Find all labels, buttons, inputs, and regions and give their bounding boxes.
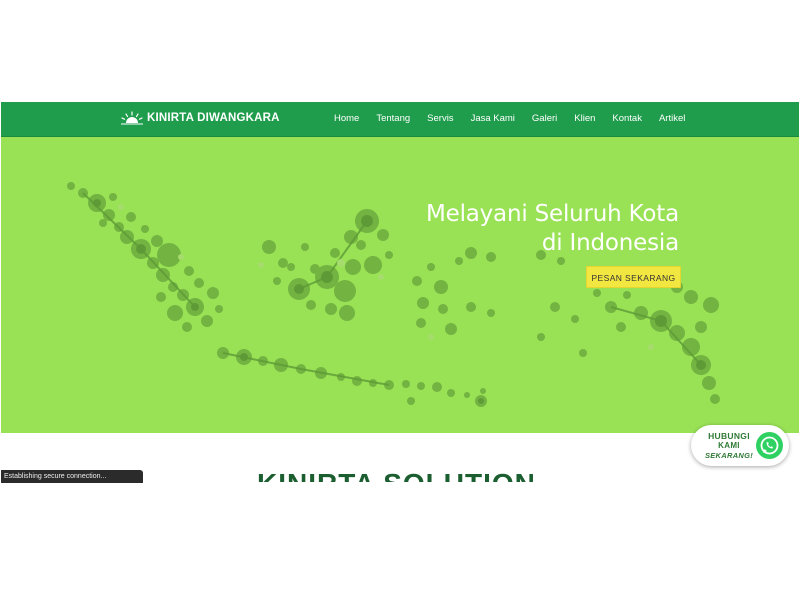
nav-item-kontak[interactable]: Kontak (612, 113, 642, 124)
brand[interactable]: KINIRTA DIWANGKARA (121, 111, 280, 125)
status-bar: Establishing secure connection... (1, 470, 143, 483)
hero-headline-line2: di Indonesia (541, 230, 679, 256)
nav-item-klien[interactable]: Klien (574, 113, 595, 124)
nav-item-galeri[interactable]: Galeri (532, 113, 557, 124)
brand-name: KINIRTA DIWANGKARA (147, 112, 280, 124)
pesan-sekarang-button[interactable]: PESAN SEKARANG (586, 266, 681, 288)
navbar: KINIRTA DIWANGKARA Home Tentang Servis J… (1, 102, 799, 137)
nav-item-home[interactable]: Home (334, 113, 359, 124)
page: KINIRTA DIWANGKARA Home Tentang Servis J… (0, 0, 800, 600)
nav-item-tentang[interactable]: Tentang (376, 113, 410, 124)
nav-menu: Home Tentang Servis Jasa Kami Galeri Kli… (334, 113, 702, 124)
hero-headline: Melayani Seluruh Kota di Indonesia (426, 200, 679, 258)
whatsapp-label-line3: SEKARANG! (704, 451, 754, 460)
whatsapp-icon (756, 432, 783, 459)
nav-item-jasa-kami[interactable]: Jasa Kami (471, 113, 515, 124)
hero-headline-line1: Melayani Seluruh Kota (425, 201, 679, 227)
hero-banner: Melayani Seluruh Kota di Indonesia PESAN… (1, 137, 799, 433)
nav-item-servis[interactable]: Servis (427, 113, 453, 124)
sunrise-icon (121, 111, 143, 125)
nav-item-artikel[interactable]: Artikel (659, 113, 685, 124)
website-frame: KINIRTA DIWANGKARA Home Tentang Servis J… (1, 102, 799, 482)
whatsapp-contact-button[interactable]: HUBUNGI KAMI SEKARANG! (691, 425, 789, 466)
whatsapp-label-line1: HUBUNGI (708, 431, 750, 441)
section-title: KINIRTA SOLUTION (257, 468, 536, 482)
whatsapp-label-line2: KAMI (718, 441, 740, 450)
whatsapp-label: HUBUNGI KAMI SEKARANG! (699, 431, 759, 461)
